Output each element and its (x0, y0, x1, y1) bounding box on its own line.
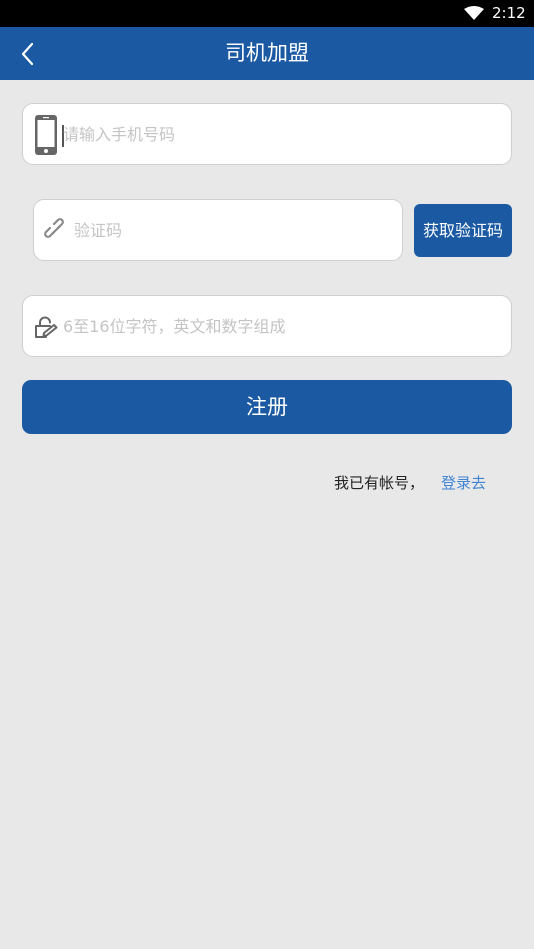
phone-input[interactable] (63, 104, 503, 164)
register-button[interactable]: 注册 (22, 380, 512, 434)
verification-code-input[interactable] (74, 200, 394, 260)
password-field[interactable] (22, 295, 512, 357)
phone-icon (33, 114, 59, 156)
status-bar: 2:12 (0, 0, 534, 27)
app-bar: 司机加盟 (0, 27, 534, 80)
wifi-icon (464, 6, 484, 20)
login-link[interactable]: 登录去 (441, 473, 486, 493)
get-code-button[interactable]: 获取验证码 (414, 204, 512, 257)
page-title: 司机加盟 (225, 41, 309, 65)
edit-lock-icon (33, 315, 59, 341)
verification-code-field[interactable] (33, 199, 403, 261)
back-button[interactable] (10, 37, 44, 71)
password-input[interactable] (63, 296, 503, 356)
phone-field[interactable] (22, 103, 512, 165)
chevron-left-icon (21, 42, 34, 66)
status-time: 2:12 (492, 4, 526, 22)
link-icon (43, 217, 69, 243)
login-prompt: 我已有帐号， (334, 474, 425, 492)
